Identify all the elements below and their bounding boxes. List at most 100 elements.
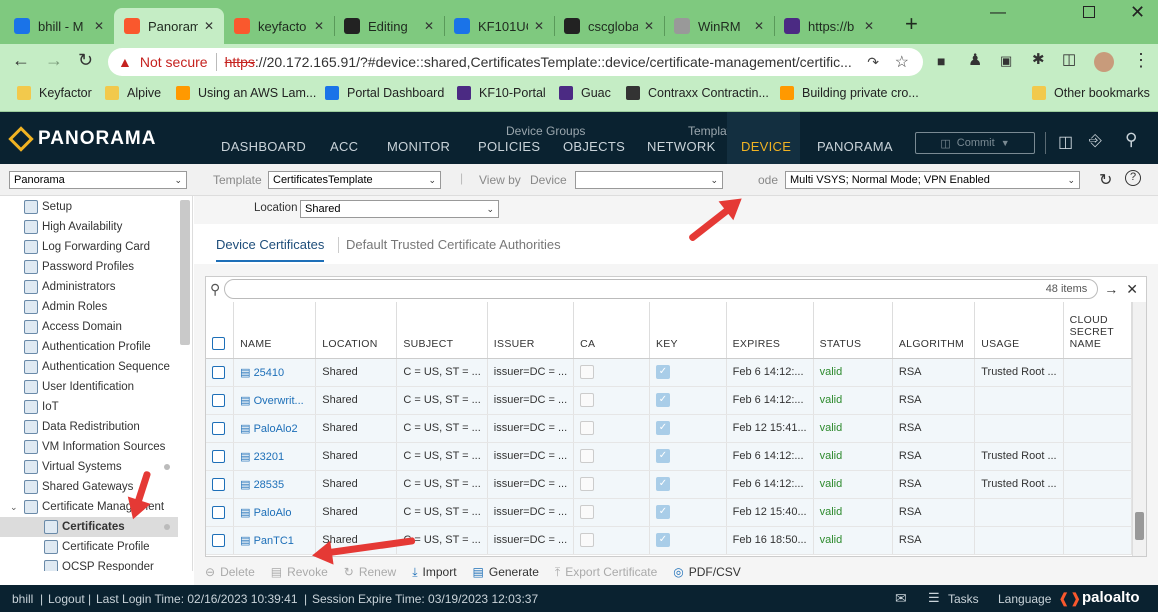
column-header[interactable]: STATUS (813, 302, 893, 359)
sidebar-item[interactable]: IoT (24, 397, 59, 417)
minimize-icon[interactable]: — (990, 4, 1006, 22)
avatar[interactable] (1094, 52, 1114, 72)
nav-acc[interactable]: ACC (330, 139, 358, 154)
sidebar-item[interactable]: Data Redistribution (24, 417, 140, 437)
bookmark-item[interactable]: Alpive (105, 86, 161, 100)
certificate-name-link[interactable]: 28535 (254, 479, 285, 491)
reload-icon[interactable]: ↻ (78, 50, 93, 71)
row-checkbox[interactable] (212, 421, 225, 435)
nav-objects[interactable]: OBJECTS (563, 139, 625, 154)
table-row[interactable]: ▤ 23201 Shared C = US, ST = ... issuer=DC = … (206, 442, 1133, 471)
commit-button[interactable]: ◫ Commit ▼ (915, 132, 1035, 154)
mode-select[interactable]: Multi VSYS; Normal Mode; VPN Enabled ⌄ (785, 171, 1080, 189)
import-button[interactable]: ⤓ Import (412, 565, 456, 580)
sidebar-item[interactable]: Virtual Systems (24, 457, 122, 477)
chess-icon[interactable]: ♟ (968, 50, 982, 70)
tab-close-icon[interactable]: ✕ (88, 19, 104, 33)
column-header[interactable]: KEY (649, 302, 727, 359)
nav-device[interactable]: DEVICE (741, 139, 791, 154)
clear-filter-icon[interactable]: ✕ (1126, 281, 1138, 298)
row-checkbox[interactable] (212, 533, 225, 547)
other-bookmarks[interactable]: Other bookmarks (1032, 86, 1150, 100)
certificate-name-link[interactable]: 23201 (254, 451, 285, 463)
renew-button[interactable]: ↻ Renew (344, 565, 396, 579)
revoke-button[interactable]: ▤ Revoke (271, 565, 328, 579)
selenium-icon[interactable]: ▣ (1000, 53, 1012, 69)
push-icon[interactable]: ⎆ (1089, 132, 1102, 150)
browser-tab[interactable]: keyfacto ✕ (224, 8, 334, 44)
sidebar-item[interactable]: User Identification (24, 377, 134, 397)
row-checkbox[interactable] (212, 393, 225, 407)
language-link[interactable]: Language (998, 592, 1051, 606)
sidebar-item[interactable]: Log Forwarding Card (24, 237, 150, 257)
tab-device-certificates[interactable]: Device Certificates (216, 237, 325, 262)
apply-filter-icon[interactable]: → (1104, 281, 1118, 297)
location-select[interactable]: Shared ⌄ (300, 200, 499, 218)
table-row[interactable]: ▤ 25410 Shared C = US, ST = ... issuer=DC = … (206, 358, 1133, 387)
column-header[interactable]: ISSUER (487, 302, 575, 359)
tab-close-icon[interactable]: ✕ (308, 19, 324, 33)
browser-tab[interactable]: WinRM ✕ (664, 8, 774, 44)
sidebar-scrollbar[interactable] (180, 200, 190, 345)
sidebar-item[interactable]: Password Profiles (24, 257, 134, 277)
config-lock-icon[interactable]: ◫ (1058, 132, 1073, 152)
address-bar[interactable]: ▲ Not secure https ://20.172.165.91/?#de… (108, 48, 923, 76)
template-select[interactable]: CertificatesTemplate ⌄ (268, 171, 441, 189)
column-header[interactable]: EXPIRES (726, 302, 814, 359)
certificate-name-link[interactable]: PaloAlo2 (254, 423, 298, 435)
sidebar-item[interactable]: Certificates (44, 517, 125, 537)
tab-close-icon[interactable]: ✕ (858, 19, 874, 33)
tab-close-icon[interactable]: ✕ (638, 19, 654, 33)
close-window-icon[interactable]: ✕ (1130, 2, 1145, 23)
logout-link[interactable]: Logout (48, 592, 85, 606)
column-header[interactable]: LOCATION (315, 302, 398, 359)
sidebar-item[interactable]: Shared Gateways (24, 477, 133, 497)
extension-icon[interactable]: ■ (937, 53, 945, 69)
bookmark-star-icon[interactable]: ☆ (895, 52, 909, 72)
chevron-down-icon[interactable]: ⌄ (10, 502, 18, 513)
generate-button[interactable]: ▤ Generate (473, 565, 539, 579)
bookmark-item[interactable]: KF10-Portal (457, 86, 546, 100)
bookmark-item[interactable]: Using an AWS Lam... (176, 86, 316, 100)
sidebar-item[interactable]: OCSP Responder (44, 557, 154, 571)
table-row[interactable]: ▤ Overwrit... Shared C = US, ST = ... issuer… (206, 386, 1133, 415)
delete-button[interactable]: ⊖ Delete (205, 565, 255, 579)
sidebar-item[interactable]: Access Domain (24, 317, 122, 337)
tab-close-icon[interactable]: ✕ (198, 19, 214, 33)
bookmark-item[interactable]: Keyfactor (17, 86, 92, 100)
scrollbar-thumb[interactable] (1135, 512, 1144, 540)
table-row[interactable]: ▤ PaloAlo Shared C = US, ST = ... issuer=DC … (206, 498, 1133, 527)
sidebar-item[interactable]: Administrators (24, 277, 116, 297)
tasks-link[interactable]: Tasks (948, 592, 979, 606)
column-header[interactable]: USAGE (974, 302, 1064, 359)
certificate-name-link[interactable]: PaloAlo (254, 507, 292, 519)
certificate-name-link[interactable]: Overwrit... (254, 395, 304, 407)
back-icon[interactable]: ← (12, 50, 30, 71)
sidebar-item[interactable]: High Availability (24, 217, 122, 237)
tab-close-icon[interactable]: ✕ (418, 19, 434, 33)
nav-policies[interactable]: POLICIES (478, 139, 540, 154)
row-checkbox[interactable] (212, 505, 225, 519)
share-icon[interactable]: ↷ (867, 54, 879, 71)
nav-dashboard[interactable]: DASHBOARD (221, 139, 306, 154)
tasks-icon[interactable]: ☰ (928, 590, 940, 606)
bookmark-item[interactable]: Contraxx Contractin... (626, 86, 769, 100)
row-checkbox[interactable] (212, 477, 225, 491)
bookmark-item[interactable]: Building private cro... (780, 86, 919, 100)
browser-tab[interactable]: cscgloba ✕ (554, 8, 664, 44)
tab-default-trusted-cas[interactable]: Default Trusted Certificate Authorities (346, 237, 561, 252)
refresh-icon[interactable]: ↻ (1099, 170, 1112, 190)
select-all-checkbox[interactable] (212, 336, 225, 350)
nav-panorama[interactable]: PANORAMA (817, 139, 893, 154)
sidebar-item[interactable]: Admin Roles (24, 297, 107, 317)
tab-close-icon[interactable]: ✕ (748, 19, 764, 33)
pdf-csv-button[interactable]: ◎ PDF/CSV (673, 565, 741, 579)
browser-tab[interactable]: bhill - M ✕ (4, 8, 114, 44)
bookmark-item[interactable]: Portal Dashboard (325, 86, 444, 100)
certificate-name-link[interactable]: PanTC1 (254, 535, 294, 547)
row-checkbox[interactable] (212, 449, 225, 463)
menu-icon[interactable]: ⋮ (1132, 50, 1150, 71)
column-header[interactable]: ALGORITHM (892, 302, 976, 359)
new-tab-button[interactable]: + (895, 6, 928, 42)
export-certificate-button[interactable]: ⤒ Export Certificate (555, 565, 657, 580)
